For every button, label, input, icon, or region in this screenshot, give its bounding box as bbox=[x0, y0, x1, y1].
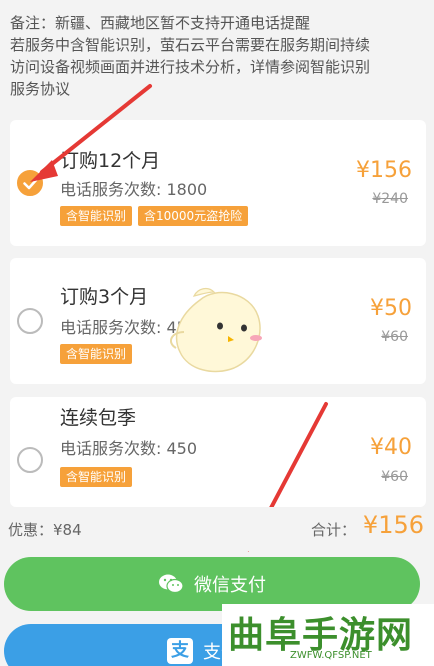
discount-text: 优惠：¥84 bbox=[8, 521, 82, 539]
notice-line: 服务协议 bbox=[10, 80, 71, 98]
tag-ai-recognition: 含智能识别 bbox=[60, 467, 133, 487]
order-summary: 优惠：¥84 合计： ¥156 bbox=[0, 507, 434, 551]
notice-line: 备注：新疆、西藏地区暂不支持开通电话提醒 bbox=[10, 14, 311, 32]
selected-check-icon[interactable] bbox=[17, 170, 43, 196]
plan-card-12-months[interactable]: 订购12个月 电话服务次数: 1800 含智能识别 含10000元盗抢险 ¥15… bbox=[10, 120, 426, 246]
tag-ai-recognition: 含智能识别 bbox=[60, 206, 133, 226]
watermark-url: ZWFW.QFSP.NET bbox=[290, 650, 372, 661]
plan-calls: 电话服务次数: 1800 bbox=[60, 180, 208, 199]
unselected-radio-icon[interactable] bbox=[17, 447, 43, 473]
plan-price: ¥50 bbox=[370, 296, 412, 321]
alipay-icon: 支 bbox=[167, 638, 193, 664]
plan-title: 订购3个月 bbox=[60, 286, 149, 308]
plan-old-price: ¥60 bbox=[381, 329, 408, 345]
notice-line: 若服务中含智能识别，萤石云平台需要在服务期间持续 bbox=[10, 36, 371, 54]
plan-tags: 含智能识别 bbox=[60, 467, 133, 487]
plan-old-price: ¥240 bbox=[372, 191, 408, 207]
notice-text: 备注：新疆、西藏地区暂不支持开通电话提醒 若服务中含智能识别，萤石云平台需要在服… bbox=[0, 0, 434, 112]
total-label: 合计： bbox=[310, 521, 356, 539]
mascot-sticker bbox=[169, 287, 262, 373]
plan-title: 连续包季 bbox=[60, 407, 137, 429]
site-watermark: 曲阜手游网 ZWFW.QFSP.NET bbox=[222, 604, 434, 666]
wechat-icon bbox=[158, 573, 184, 595]
plan-calls: 电话服务次数: 450 bbox=[60, 439, 198, 458]
wechat-pay-label: 微信支付 bbox=[194, 575, 266, 596]
plan-card-quarterly[interactable]: 连续包季 电话服务次数: 450 含智能识别 ¥40 ¥60 bbox=[10, 397, 426, 507]
plan-price: ¥40 bbox=[370, 435, 412, 460]
plan-price: ¥156 bbox=[356, 158, 412, 183]
plan-title: 订购12个月 bbox=[60, 150, 161, 172]
tag-ai-recognition: 含智能识别 bbox=[60, 344, 133, 364]
plan-old-price: ¥60 bbox=[381, 469, 408, 485]
notice-line: 访问设备视频画面并进行技术分析，详情参阅智能识别 bbox=[10, 58, 371, 76]
total-price: ¥156 bbox=[362, 511, 424, 539]
wechat-pay-button[interactable]: 微信支付 bbox=[4, 557, 420, 611]
plan-tags: 含智能识别 bbox=[60, 344, 133, 364]
unselected-radio-icon[interactable] bbox=[17, 308, 43, 334]
tag-theft-insurance: 含10000元盗抢险 bbox=[138, 206, 249, 226]
plan-tags: 含智能识别 含10000元盗抢险 bbox=[60, 206, 249, 226]
